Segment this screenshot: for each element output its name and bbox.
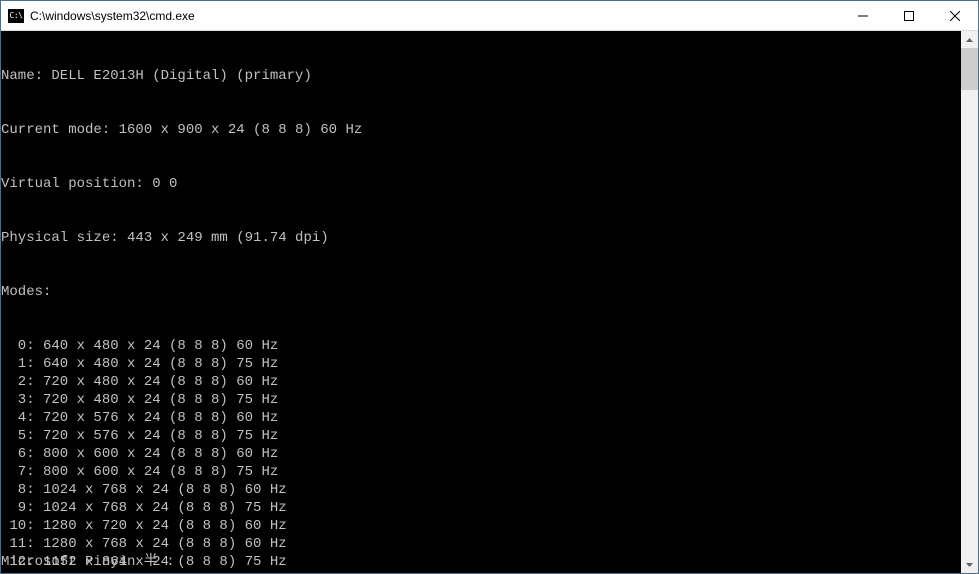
window-controls xyxy=(840,1,978,30)
mode-line: 13: 1280 x 800 x 24 (8 8 8) 60 Hz xyxy=(1,571,961,573)
scroll-down-button[interactable] xyxy=(961,556,978,573)
mode-line: 2: 720 x 480 x 24 (8 8 8) 60 Hz xyxy=(1,373,961,391)
ime-status: Microsoft Pinyin 半 : xyxy=(1,553,175,571)
mode-line: 6: 800 x 600 x 24 (8 8 8) 60 Hz xyxy=(1,445,961,463)
mode-line: 10: 1280 x 720 x 24 (8 8 8) 60 Hz xyxy=(1,517,961,535)
mode-line: 5: 720 x 576 x 24 (8 8 8) 75 Hz xyxy=(1,427,961,445)
mode-line: 8: 1024 x 768 x 24 (8 8 8) 60 Hz xyxy=(1,481,961,499)
cmd-icon: C:\ xyxy=(8,9,24,23)
mode-line: 3: 720 x 480 x 24 (8 8 8) 75 Hz xyxy=(1,391,961,409)
client-area: Name: DELL E2013H (Digital) (primary) Cu… xyxy=(1,31,978,573)
mode-line: 9: 1024 x 768 x 24 (8 8 8) 75 Hz xyxy=(1,499,961,517)
scrollbar-track[interactable] xyxy=(961,48,978,556)
output-line: Virtual position: 0 0 xyxy=(1,175,961,193)
window-frame: C:\ C:\windows\system32\cmd.exe Name: DE… xyxy=(0,0,979,574)
scrollbar-thumb[interactable] xyxy=(961,48,978,90)
vertical-scrollbar[interactable] xyxy=(961,31,978,573)
close-button[interactable] xyxy=(932,1,978,30)
maximize-button[interactable] xyxy=(886,1,932,30)
mode-line: 1: 640 x 480 x 24 (8 8 8) 75 Hz xyxy=(1,355,961,373)
output-line: Modes: xyxy=(1,283,961,301)
mode-line: 4: 720 x 576 x 24 (8 8 8) 60 Hz xyxy=(1,409,961,427)
output-line: Physical size: 443 x 249 mm (91.74 dpi) xyxy=(1,229,961,247)
scroll-up-button[interactable] xyxy=(961,31,978,48)
terminal-output[interactable]: Name: DELL E2013H (Digital) (primary) Cu… xyxy=(1,31,961,573)
mode-line: 7: 800 x 600 x 24 (8 8 8) 75 Hz xyxy=(1,463,961,481)
mode-line: 0: 640 x 480 x 24 (8 8 8) 60 Hz xyxy=(1,337,961,355)
output-line: Current mode: 1600 x 900 x 24 (8 8 8) 60… xyxy=(1,121,961,139)
output-line: Name: DELL E2013H (Digital) (primary) xyxy=(1,67,961,85)
titlebar[interactable]: C:\ C:\windows\system32\cmd.exe xyxy=(1,1,978,31)
mode-line: 11: 1280 x 768 x 24 (8 8 8) 60 Hz xyxy=(1,535,961,553)
cmd-icon-label: C:\ xyxy=(10,12,23,20)
minimize-button[interactable] xyxy=(840,1,886,30)
window-title: C:\windows\system32\cmd.exe xyxy=(30,9,840,23)
